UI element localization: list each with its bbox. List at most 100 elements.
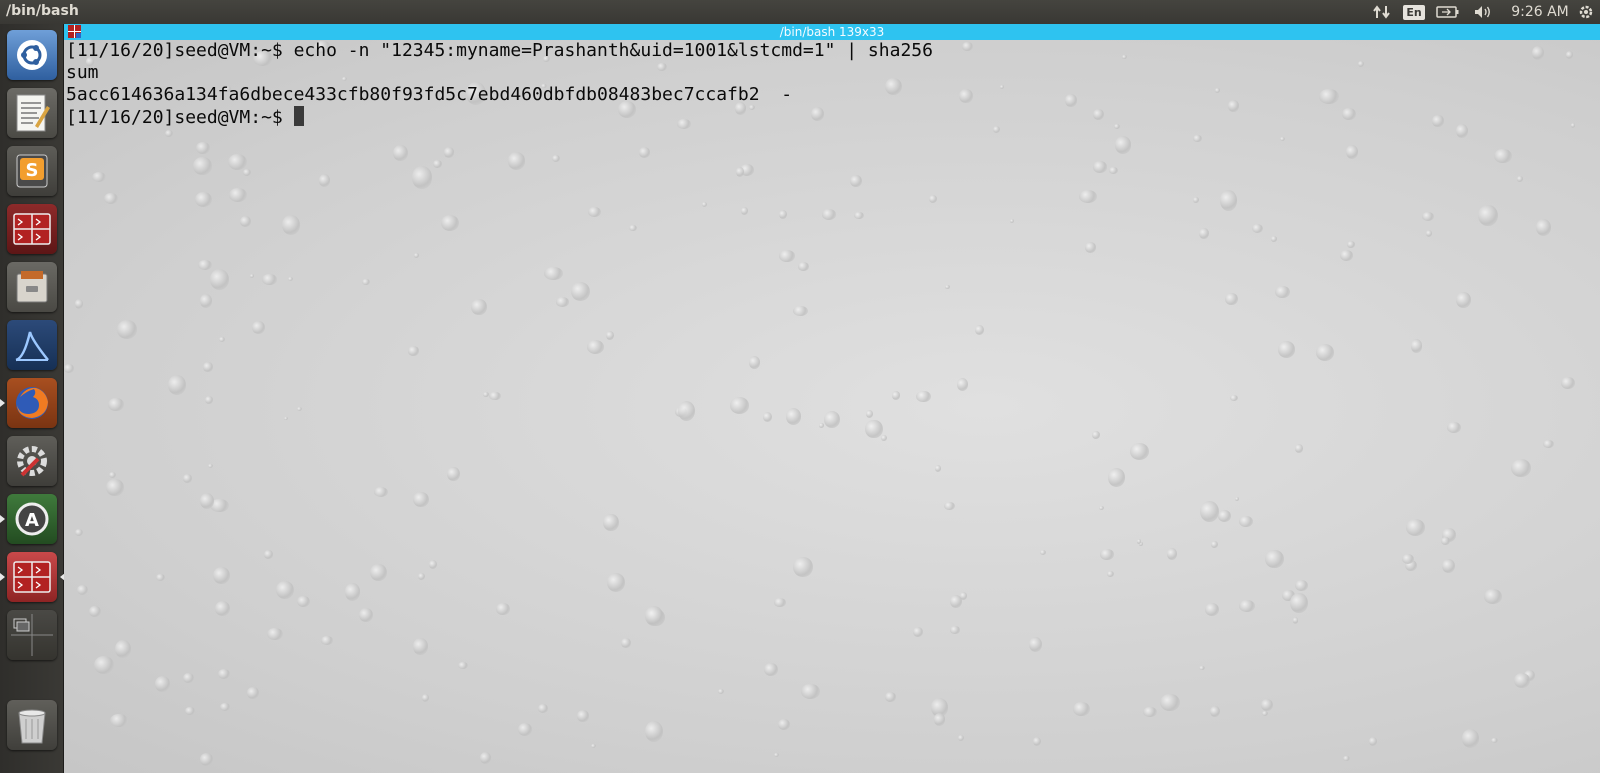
raindrop bbox=[440, 215, 460, 232]
keyboard-language-icon[interactable]: En bbox=[1402, 0, 1426, 24]
raindrop bbox=[1478, 204, 1498, 227]
raindrop bbox=[204, 396, 213, 404]
firefox-icon[interactable] bbox=[0, 378, 57, 428]
raindrop bbox=[1214, 88, 1221, 94]
network-icon[interactable] bbox=[1370, 0, 1394, 24]
raindrop bbox=[913, 626, 923, 637]
raindrop bbox=[1560, 377, 1576, 389]
raindrop bbox=[219, 703, 231, 712]
raindrop bbox=[1275, 285, 1291, 299]
raindrop bbox=[1211, 541, 1219, 549]
raindrop bbox=[605, 330, 614, 340]
raindrop bbox=[318, 174, 330, 187]
raindrop bbox=[1229, 395, 1239, 402]
raindrop bbox=[185, 706, 195, 716]
clock[interactable]: 9:26 AM bbox=[1506, 0, 1574, 24]
raindrop bbox=[607, 572, 626, 592]
raindrop bbox=[482, 391, 490, 397]
raindrop bbox=[1368, 737, 1378, 747]
settings-icon[interactable] bbox=[7, 436, 57, 486]
raindrop bbox=[1456, 291, 1472, 308]
raindrop bbox=[1092, 431, 1100, 440]
raindrop bbox=[587, 340, 605, 354]
raindrop bbox=[543, 266, 564, 280]
raindrop bbox=[823, 410, 841, 428]
raindrop bbox=[94, 655, 114, 674]
raindrop bbox=[417, 572, 425, 580]
raindrop bbox=[1198, 227, 1209, 239]
trash-icon[interactable] bbox=[7, 700, 57, 750]
raindrop bbox=[198, 259, 213, 271]
workspace-icon[interactable] bbox=[7, 610, 57, 660]
raindrop bbox=[1491, 738, 1499, 744]
ubuntu-logo-icon[interactable] bbox=[7, 30, 57, 80]
raindrop bbox=[1461, 729, 1479, 748]
raindrop bbox=[74, 299, 83, 309]
raindrop bbox=[1029, 637, 1043, 653]
raindrop bbox=[344, 583, 360, 601]
raindrop bbox=[443, 147, 455, 158]
raindrop bbox=[359, 607, 374, 623]
raindrop bbox=[1347, 241, 1356, 248]
raindrop bbox=[1136, 539, 1142, 544]
raindrop bbox=[1565, 51, 1574, 59]
raindrop bbox=[74, 528, 84, 536]
sublime-icon[interactable]: S bbox=[7, 146, 57, 196]
raindrop bbox=[1193, 196, 1199, 203]
raindrop bbox=[1342, 107, 1357, 121]
terminal-output[interactable]: [11/16/20]seed@VM:~$ echo -n "12345:myna… bbox=[66, 40, 933, 129]
raindrop bbox=[212, 566, 230, 585]
terminal-icon[interactable] bbox=[7, 204, 57, 254]
raindrop bbox=[229, 187, 248, 202]
volume-icon[interactable] bbox=[1470, 0, 1496, 24]
raindrop bbox=[239, 215, 252, 228]
raindrop bbox=[471, 298, 487, 315]
raindrop bbox=[1494, 148, 1512, 163]
raindrop bbox=[496, 602, 510, 615]
raindrop bbox=[959, 89, 973, 104]
raindrop bbox=[413, 637, 428, 655]
battery-icon[interactable] bbox=[1432, 0, 1464, 24]
raindrop bbox=[287, 276, 293, 282]
raindrop bbox=[1143, 706, 1157, 718]
raindrop bbox=[1224, 292, 1238, 305]
raindrop bbox=[884, 692, 896, 703]
raindrop bbox=[778, 718, 790, 730]
raindrop bbox=[1426, 230, 1433, 237]
software-updater-icon[interactable]: A bbox=[0, 494, 57, 544]
text-editor-icon[interactable] bbox=[7, 88, 57, 138]
raindrop bbox=[774, 597, 787, 607]
raindrop bbox=[853, 211, 864, 220]
raindrop bbox=[792, 305, 808, 317]
terminal-line: 5acc614636a134fa6dbece433cfb80f93fd5c7eb… bbox=[66, 84, 793, 105]
settings-gear-icon[interactable] bbox=[1574, 0, 1598, 24]
svg-text:A: A bbox=[25, 510, 39, 531]
raindrop bbox=[773, 753, 779, 758]
raindrop bbox=[818, 423, 824, 428]
terminal-body[interactable]: [11/16/20]seed@VM:~$ echo -n "12345:myna… bbox=[64, 40, 1600, 773]
raindrop bbox=[89, 606, 101, 617]
wireshark-icon[interactable] bbox=[7, 320, 57, 370]
raindrop bbox=[209, 268, 229, 290]
terminal-line: [11/16/20]seed@VM:~$ echo -n "12345:myna… bbox=[66, 40, 933, 61]
raindrop bbox=[1100, 549, 1114, 560]
raindrop bbox=[603, 513, 619, 532]
raindrop bbox=[421, 693, 429, 702]
raindrop bbox=[701, 201, 708, 208]
terminal-active-icon[interactable] bbox=[0, 552, 65, 602]
raindrop bbox=[1228, 100, 1239, 112]
raindrop bbox=[962, 42, 973, 52]
raindrop bbox=[320, 636, 333, 645]
raindrop bbox=[1406, 519, 1426, 536]
raindrop bbox=[797, 262, 810, 272]
top-panel: /bin/bash En 9:26 AM bbox=[0, 0, 1600, 24]
raindrop bbox=[736, 167, 745, 178]
raindrop bbox=[1277, 341, 1296, 359]
raindrop bbox=[958, 734, 965, 742]
files-icon[interactable] bbox=[7, 262, 57, 312]
raindrop bbox=[412, 166, 432, 189]
raindrop bbox=[945, 284, 950, 289]
raindrop bbox=[850, 174, 862, 187]
terminal-titlebar[interactable]: /bin/bash 139x33 bbox=[64, 24, 1600, 40]
raindrop bbox=[108, 472, 116, 479]
